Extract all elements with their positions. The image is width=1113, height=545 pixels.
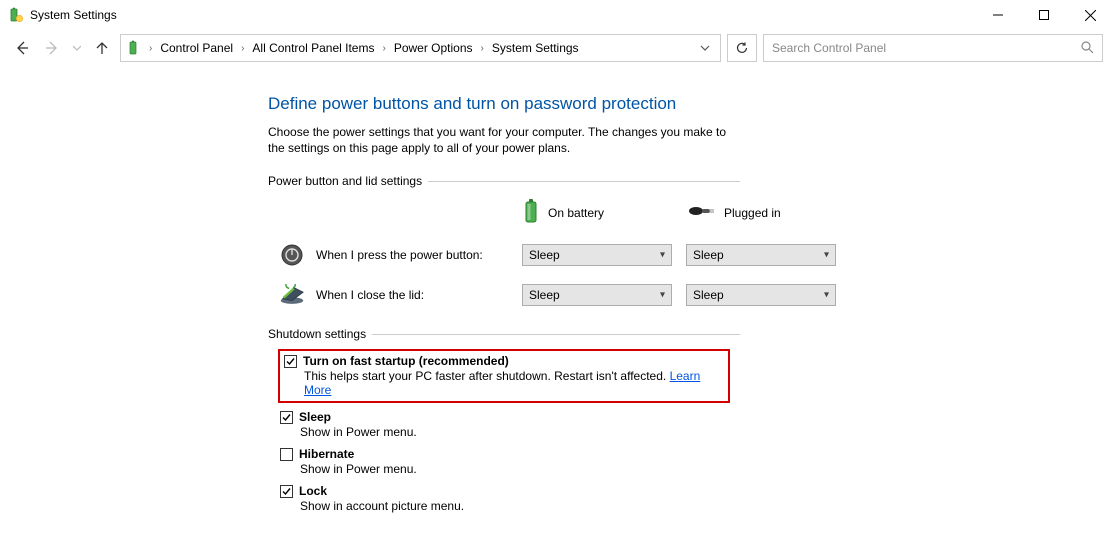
shutdown-settings-list: Turn on fast startup (recommended) This …	[278, 349, 740, 514]
select-lid-plugged[interactable]: Sleep ▾	[686, 284, 836, 306]
chevron-right-icon[interactable]: ›	[149, 43, 152, 54]
up-button[interactable]	[90, 36, 114, 60]
divider	[372, 334, 740, 335]
column-header-plugged: Plugged in	[686, 203, 836, 222]
window-title: System Settings	[30, 8, 117, 22]
chevron-down-icon: ▾	[660, 290, 665, 301]
back-button[interactable]	[10, 36, 34, 60]
chevron-down-icon: ▾	[660, 250, 665, 261]
breadcrumb-item[interactable]: Control Panel	[156, 39, 237, 57]
checkbox-hibernate[interactable]	[280, 448, 293, 461]
battery-icon	[522, 198, 540, 227]
shutdown-item-fast-startup: Turn on fast startup (recommended) This …	[278, 349, 730, 403]
shutdown-item-lock: Lock Show in account picture menu.	[278, 483, 740, 514]
forward-button[interactable]	[40, 36, 64, 60]
maximize-button[interactable]	[1021, 0, 1067, 30]
checkbox-fast-startup[interactable]	[284, 355, 297, 368]
refresh-button[interactable]	[727, 34, 757, 62]
checkbox-description: Show in account picture menu.	[300, 499, 738, 513]
address-bar[interactable]: › Control Panel › All Control Panel Item…	[120, 34, 721, 62]
search-input[interactable]	[772, 41, 1080, 55]
power-button-icon	[278, 243, 306, 267]
checkbox-sleep[interactable]	[280, 411, 293, 424]
checkbox-lock[interactable]	[280, 485, 293, 498]
select-lid-battery[interactable]: Sleep ▾	[522, 284, 672, 306]
row-lid: When I close the lid:	[278, 283, 508, 307]
page-heading: Define power buttons and turn on passwor…	[268, 94, 740, 114]
checkbox-label: Lock	[299, 484, 327, 498]
plug-icon	[686, 203, 716, 222]
window-titlebar: System Settings	[0, 0, 1113, 30]
toolbar: › Control Panel › All Control Panel Item…	[0, 30, 1113, 66]
checkbox-description: This helps start your PC faster after sh…	[304, 369, 722, 397]
address-dropdown[interactable]	[694, 35, 716, 61]
control-panel-icon	[127, 40, 143, 56]
shutdown-item-sleep: Sleep Show in Power menu.	[278, 409, 740, 440]
chevron-right-icon[interactable]: ›	[241, 43, 244, 54]
power-options-icon	[8, 7, 24, 23]
page-description: Choose the power settings that you want …	[268, 124, 740, 156]
column-header-battery: On battery	[522, 198, 672, 227]
checkbox-description: Show in Power menu.	[300, 425, 738, 439]
search-box[interactable]	[763, 34, 1103, 62]
recent-dropdown[interactable]	[70, 36, 84, 60]
section-shutdown-title: Shutdown settings	[268, 327, 740, 341]
search-icon	[1080, 40, 1094, 57]
select-power-plugged[interactable]: Sleep ▾	[686, 244, 836, 266]
main-content: Define power buttons and turn on passwor…	[0, 66, 740, 514]
section-power-title: Power button and lid settings	[268, 174, 740, 188]
checkbox-label: Hibernate	[299, 447, 354, 461]
breadcrumb-item[interactable]: System Settings	[488, 39, 583, 57]
chevron-down-icon: ▾	[824, 250, 829, 261]
chevron-right-icon[interactable]: ›	[481, 43, 484, 54]
checkbox-label: Turn on fast startup (recommended)	[303, 354, 509, 368]
row-power-button: When I press the power button:	[278, 243, 508, 267]
divider	[428, 181, 740, 182]
select-power-battery[interactable]: Sleep ▾	[522, 244, 672, 266]
minimize-button[interactable]	[975, 0, 1021, 30]
checkbox-label: Sleep	[299, 410, 331, 424]
breadcrumb-item[interactable]: Power Options	[390, 39, 477, 57]
power-settings-grid: On battery Plugged in When	[278, 198, 740, 307]
checkbox-description: Show in Power menu.	[300, 462, 738, 476]
chevron-right-icon[interactable]: ›	[382, 43, 385, 54]
chevron-down-icon: ▾	[824, 290, 829, 301]
breadcrumb-item[interactable]: All Control Panel Items	[248, 39, 378, 57]
lid-icon	[278, 283, 306, 307]
close-button[interactable]	[1067, 0, 1113, 30]
shutdown-item-hibernate: Hibernate Show in Power menu.	[278, 446, 740, 477]
